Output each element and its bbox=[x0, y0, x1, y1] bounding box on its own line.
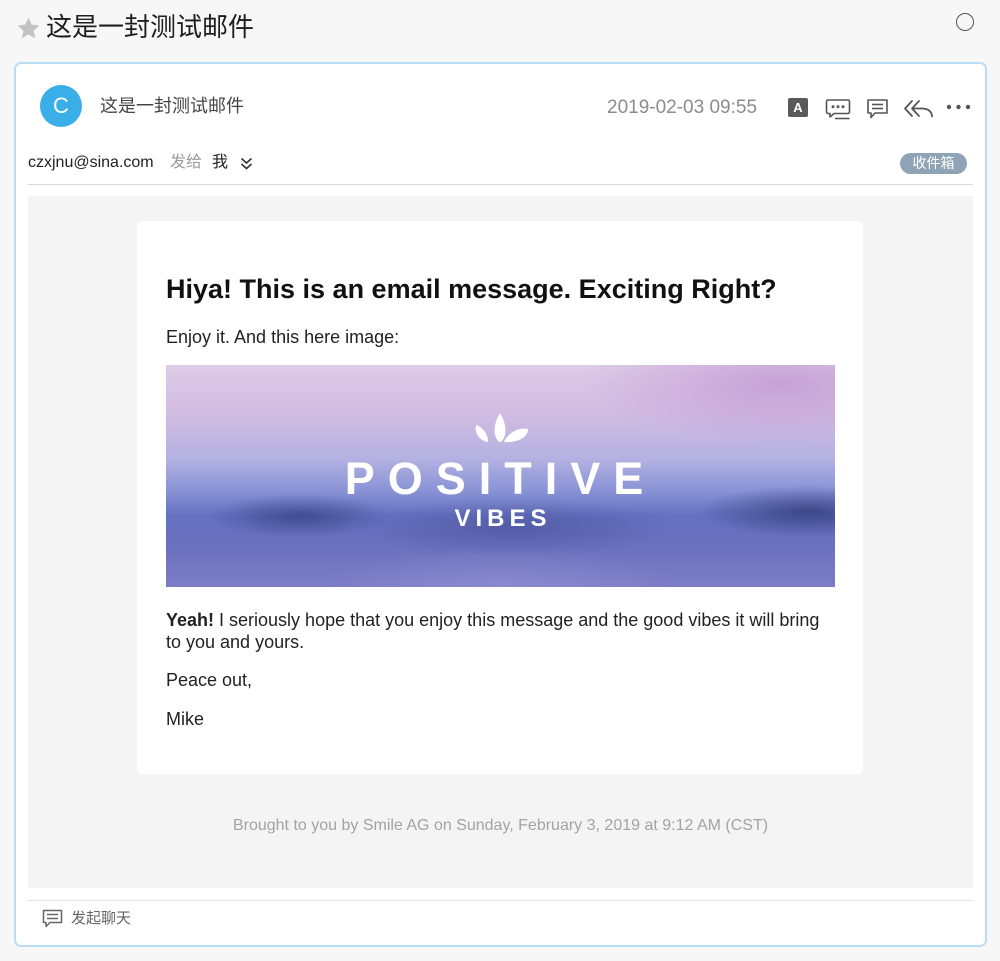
comment-icon[interactable] bbox=[866, 98, 889, 120]
email-signoff: Peace out, bbox=[166, 670, 253, 690]
folder-badge: 收件箱 bbox=[900, 153, 967, 174]
avatar[interactable]: C bbox=[40, 85, 82, 127]
start-chat-button[interactable]: 发起聊天 bbox=[42, 909, 162, 929]
chevron-double-down-icon[interactable] bbox=[240, 157, 253, 170]
splash-logo-icon bbox=[475, 413, 528, 443]
translate-icon[interactable]: A bbox=[788, 98, 808, 117]
recipient: 我 bbox=[212, 154, 229, 171]
page-title: 这是一封测试邮件 bbox=[46, 12, 255, 42]
banner-subtitle: VIBES bbox=[454, 505, 552, 532]
email-footer: Brought to you by Smile AG on Sunday, Fe… bbox=[232, 817, 769, 834]
start-chat-label: 发起聊天 bbox=[71, 910, 132, 927]
sent-to-label: 发给 bbox=[170, 154, 203, 171]
quick-reply-icon[interactable] bbox=[825, 98, 851, 120]
email-heading: Hiya! This is an email message. Exciting… bbox=[166, 274, 777, 304]
message-subject: 这是一封测试邮件 bbox=[100, 96, 244, 116]
message-date: 2019-02-03 09:55 bbox=[607, 97, 758, 118]
email-body: Hiya! This is an email message. Exciting… bbox=[28, 196, 973, 888]
email-signature: Mike bbox=[166, 709, 205, 729]
email-paragraph-text: I seriously hope that you enjoy this mes… bbox=[166, 610, 820, 652]
sender-address[interactable]: czxjnu@sina.com bbox=[28, 153, 154, 173]
chat-bubble-icon bbox=[42, 909, 63, 928]
message-card: C 这是一封测试邮件 2019-02-03 09:55 A czxjnu@sin… bbox=[14, 62, 987, 947]
star-icon[interactable] bbox=[16, 16, 41, 41]
email-paragraph: Yeah! I seriously hope that you enjoy th… bbox=[166, 609, 838, 653]
banner-image: POSITIVE VIBES bbox=[166, 365, 835, 587]
circle-icon[interactable] bbox=[956, 13, 974, 31]
email-content: Hiya! This is an email message. Exciting… bbox=[137, 221, 863, 774]
reply-all-icon[interactable] bbox=[903, 99, 934, 118]
email-intro: Enjoy it. And this here image: bbox=[166, 327, 400, 347]
email-paragraph-emphasis: Yeah! bbox=[166, 610, 215, 630]
header-divider bbox=[28, 184, 973, 185]
banner-title: POSITIVE bbox=[344, 453, 657, 504]
more-icon[interactable] bbox=[946, 104, 971, 110]
bottom-divider bbox=[28, 900, 973, 901]
